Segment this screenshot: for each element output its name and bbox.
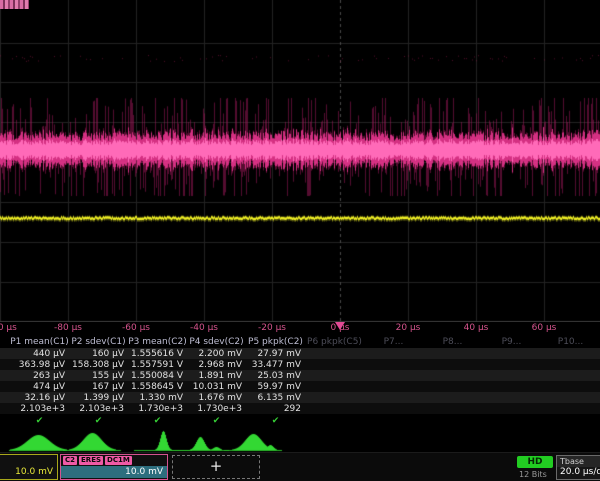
measure-header-p3[interactable]: P3 mean(C2) [128, 337, 187, 347]
table-row-max: 474 µV 167 µV 1.558645 V 10.031 mV 59.97… [0, 381, 600, 392]
measurement-histicons [0, 428, 600, 452]
measure-table: P1 mean(C1) P2 sdev(C1) P3 mean(C2) P4 s… [0, 336, 600, 428]
measure-header-p2[interactable]: P2 sdev(C1) [69, 337, 128, 347]
cell-max-p1: 474 µV [10, 382, 69, 392]
timebase-descriptor[interactable]: Tbase 20.0 µs/div [556, 455, 600, 480]
hd-bits-label: 12 Bits [519, 470, 547, 479]
bottom-bar: C1 DC1M 10.0 mV C2 ERES DC1M 10.0 mV + H… [0, 452, 600, 481]
table-row-num: 2.103e+3 2.103e+3 1.730e+3 1.730e+3 292 [0, 403, 600, 414]
time-tick: -20 µs [258, 323, 286, 333]
cell-mean-p2: 158.308 µV [69, 360, 128, 370]
cell-num-p2: 2.103e+3 [69, 404, 128, 414]
time-tick: 60 µs [532, 323, 557, 333]
channel-c1-descriptor[interactable]: C1 DC1M 10.0 mV [0, 454, 58, 480]
time-tick: -40 µs [190, 323, 218, 333]
cell-mean-p3: 1.557591 V [128, 360, 187, 370]
time-tick: -60 µs [122, 323, 150, 333]
cell-value-p5: 27.97 mV [246, 349, 305, 359]
cell-num-p3: 1.730e+3 [128, 404, 187, 414]
cell-value-p4: 2.200 mV [187, 349, 246, 359]
cell-sdev-p5: 6.135 mV [246, 393, 305, 403]
cell-mean-p5: 33.477 mV [246, 360, 305, 370]
measure-header-p1[interactable]: P1 mean(C1) [10, 337, 69, 347]
measure-header-row: P1 mean(C1) P2 sdev(C1) P3 mean(C2) P4 s… [0, 336, 600, 348]
status-check-p1: ✔ [10, 414, 69, 428]
measure-header-p7[interactable]: P7... [364, 337, 423, 347]
hd-mode-badge[interactable]: HD [517, 456, 553, 468]
measure-header-p5[interactable]: P5 pkpk(C2) [246, 337, 305, 347]
cell-min-p4: 1.891 mV [187, 371, 246, 381]
cell-max-p5: 59.97 mV [246, 382, 305, 392]
timebase-value: 20.0 µs/div [557, 467, 600, 478]
table-row-min: 263 µV 155 µV 1.550084 V 1.891 mV 25.03 … [0, 370, 600, 381]
cell-sdev-p4: 1.676 mV [187, 393, 246, 403]
status-check-p4: ✔ [187, 414, 246, 428]
cell-num-p5: 292 [246, 404, 305, 414]
channel-c2-descriptor[interactable]: C2 ERES DC1M 10.0 mV [60, 454, 168, 480]
measure-header-p8[interactable]: P8... [423, 337, 482, 347]
table-row-sdev: 32.16 µV 1.399 µV 1.330 mV 1.676 mV 6.13… [0, 392, 600, 403]
cell-min-p2: 155 µV [69, 371, 128, 381]
cell-max-p4: 10.031 mV [187, 382, 246, 392]
cell-sdev-p3: 1.330 mV [128, 393, 187, 403]
cell-sdev-p2: 1.399 µV [69, 393, 128, 403]
status-check-p2: ✔ [69, 414, 128, 428]
cropped-corner-label [0, 0, 29, 9]
cell-value-p2: 160 µV [69, 349, 128, 359]
trigger-position-marker[interactable] [335, 322, 345, 330]
c2-coupling-badge: DC1M [105, 456, 132, 465]
cell-min-p1: 263 µV [10, 371, 69, 381]
timebase-label: Tbase [557, 456, 600, 467]
measure-header-p4[interactable]: P4 sdev(C2) [187, 337, 246, 347]
cell-min-p3: 1.550084 V [128, 371, 187, 381]
waveform-grid [0, 0, 600, 322]
cell-min-p5: 25.03 mV [246, 371, 305, 381]
cell-mean-p4: 2.968 mV [187, 360, 246, 370]
time-tick: 40 µs [464, 323, 489, 333]
c2-label: C2 [63, 456, 77, 465]
measure-header-p10[interactable]: P10... [541, 337, 600, 347]
c2-vertical-scale: 10.0 mV [61, 466, 167, 478]
table-row-status: ✔ ✔ ✔ ✔ ✔ [0, 414, 600, 428]
cell-max-p3: 1.558645 V [128, 382, 187, 392]
cell-num-p4: 1.730e+3 [187, 404, 246, 414]
cell-num-p1: 2.103e+3 [10, 404, 69, 414]
cell-mean-p1: 363.98 µV [10, 360, 69, 370]
c1-vertical-scale: 10.0 mV [0, 466, 57, 478]
measure-header-p6[interactable]: P6 pkpk(C5) [305, 337, 364, 347]
table-row-mean: 363.98 µV 158.308 µV 1.557591 V 2.968 mV… [0, 359, 600, 370]
cell-max-p2: 167 µV [69, 382, 128, 392]
cell-value-p3: 1.555616 V [128, 349, 187, 359]
status-check-p3: ✔ [128, 414, 187, 428]
cell-sdev-p1: 32.16 µV [10, 393, 69, 403]
c2-filter-badge: ERES [79, 456, 103, 465]
table-row-value: 440 µV 160 µV 1.555616 V 2.200 mV 27.97 … [0, 348, 600, 359]
add-trace-button[interactable]: + [172, 455, 260, 479]
time-tick: -80 µs [54, 323, 82, 333]
oscilloscope-screen: -100 µs -80 µs -60 µs -40 µs -20 µs 0 µs… [0, 0, 600, 480]
time-tick: -100 µs [0, 323, 17, 333]
measure-header-p9[interactable]: P9... [482, 337, 541, 347]
time-tick: 20 µs [396, 323, 421, 333]
cell-value-p1: 440 µV [10, 349, 69, 359]
status-check-p5: ✔ [246, 414, 305, 428]
time-axis: -100 µs -80 µs -60 µs -40 µs -20 µs 0 µs… [0, 322, 600, 335]
